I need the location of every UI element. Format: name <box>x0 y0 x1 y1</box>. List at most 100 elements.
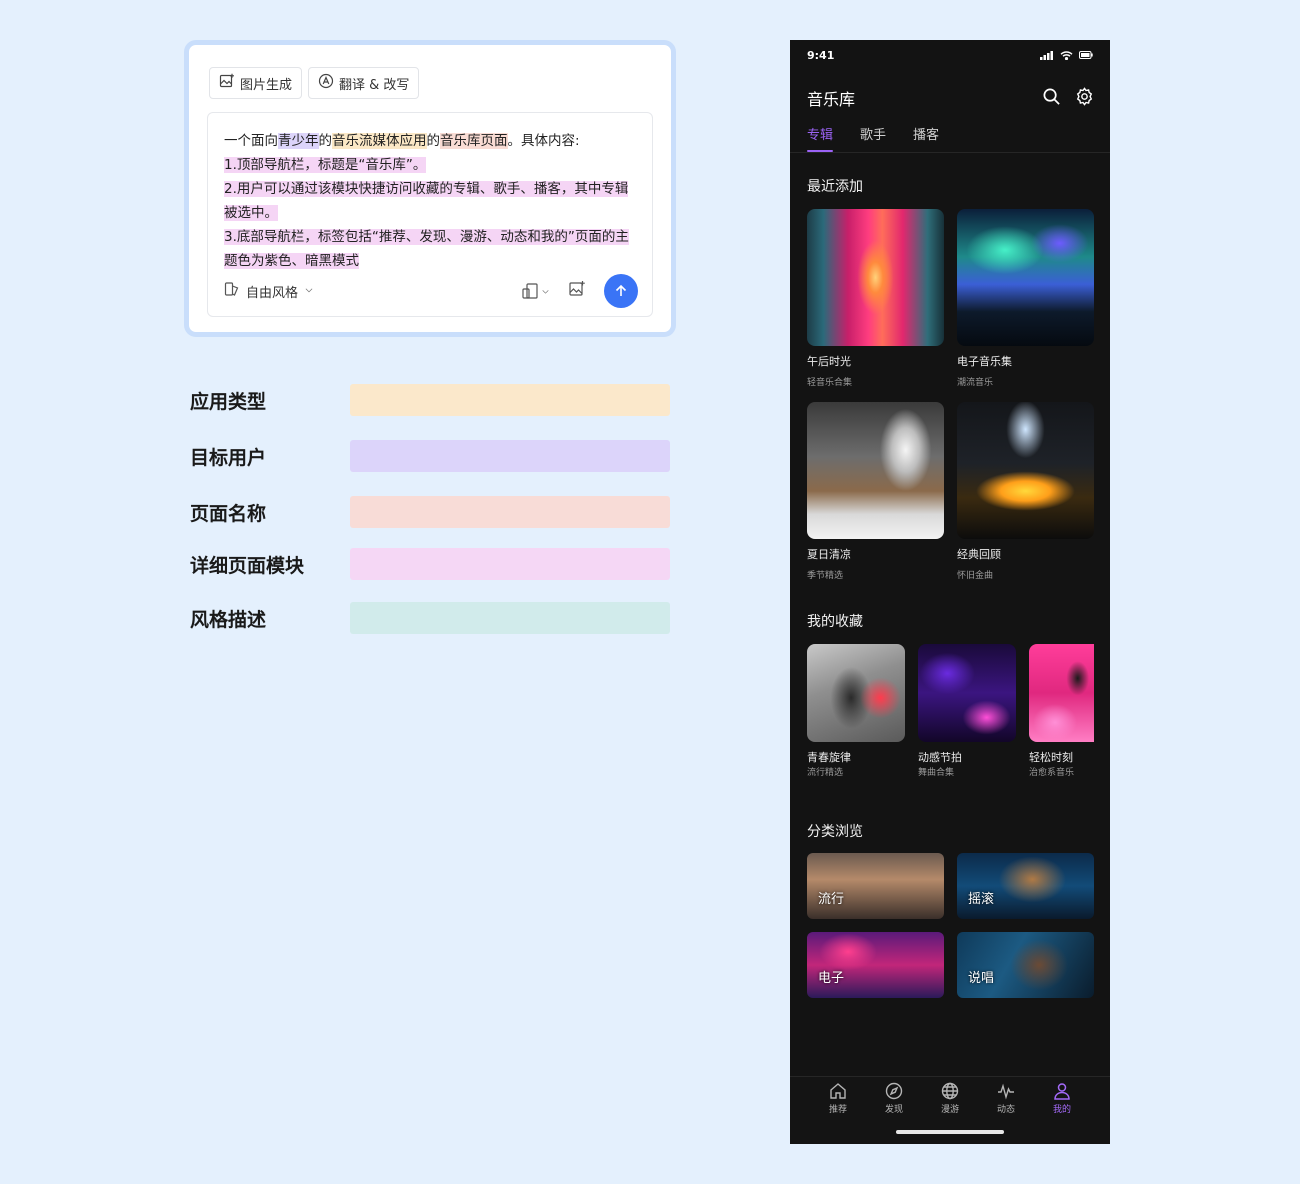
prompt-highlight-module: 1.顶部导航栏，标题是“音乐库”。 <box>224 157 427 173</box>
user-icon <box>1054 1083 1070 1100</box>
nav-item-discover[interactable]: 发现 <box>874 1081 914 1144</box>
prompt-card: 图片生成 翻译 & 改写 一个面向青少年的音乐流媒体应用的音乐库页面。具体内容:… <box>184 40 676 337</box>
style-select-label: 自由风格 <box>246 285 299 301</box>
section-title-favorites: 我的收藏 <box>807 614 863 630</box>
album-cover[interactable] <box>807 402 944 539</box>
legend-row-target-user: 目标用户 <box>190 440 670 472</box>
section-title-recent: 最近添加 <box>807 179 863 195</box>
category-label: 电子 <box>818 971 845 986</box>
tab-albums[interactable]: 专辑 <box>807 124 834 152</box>
globe-icon <box>941 1082 959 1100</box>
style-icon <box>224 281 240 301</box>
favorite-subtitle: 舞曲合集 <box>918 768 955 778</box>
album-cover[interactable] <box>957 402 1094 539</box>
legend-swatch <box>350 602 670 634</box>
category-label: 摇滚 <box>968 892 995 907</box>
album-title[interactable]: 午后时光 <box>807 353 851 369</box>
library-tabs: 专辑 歌手 播客 <box>807 124 939 152</box>
nav-label: 漫游 <box>940 1105 959 1115</box>
style-select[interactable]: 自由风格 <box>224 281 314 301</box>
album-title[interactable]: 夏日清凉 <box>807 546 851 562</box>
prompt-actions: 自由风格 <box>224 274 638 308</box>
home-indicator <box>896 1130 1004 1134</box>
prompt-toolbar: 图片生成 翻译 & 改写 <box>209 67 420 99</box>
category-tile-rap[interactable]: 说唱 <box>957 932 1094 998</box>
category-tile-pop[interactable]: 流行 <box>807 853 944 919</box>
battery-icon <box>1079 51 1093 59</box>
nav-item-recommend[interactable]: 推荐 <box>818 1081 858 1144</box>
category-tile-electronic[interactable]: 电子 <box>807 932 944 998</box>
nav-label: 动态 <box>996 1105 1015 1115</box>
album-subtitle: 潮流音乐 <box>957 378 994 388</box>
category-label: 说唱 <box>968 971 995 986</box>
prompt-text: 一个面向青少年的音乐流媒体应用的音乐库页面。具体内容: 1.顶部导航栏，标题是“… <box>224 129 636 273</box>
favorite-title[interactable]: 轻松时刻 <box>1029 749 1073 765</box>
nav-item-mine[interactable]: 我的 <box>1042 1081 1082 1144</box>
legend-swatch <box>350 384 670 416</box>
phone-screen: 9:41 音乐库 专辑 歌手 播客 最近添加 午后时光 轻音乐合集 电子音乐集 … <box>790 40 1110 1144</box>
album-cover[interactable] <box>807 209 944 346</box>
album-subtitle: 季节精选 <box>807 571 844 581</box>
wifi-icon <box>1060 50 1073 60</box>
favorite-title[interactable]: 青春旋律 <box>807 749 851 765</box>
album-subtitle: 轻音乐合集 <box>807 378 853 388</box>
device-icon <box>522 283 538 299</box>
album-title[interactable]: 电子音乐集 <box>957 353 1012 369</box>
favorite-title[interactable]: 动感节拍 <box>918 749 962 765</box>
search-icon <box>1043 88 1060 105</box>
pulse-icon <box>998 1083 1014 1100</box>
album-cover[interactable] <box>957 209 1094 346</box>
album-subtitle: 怀旧金曲 <box>957 571 994 581</box>
favorite-subtitle: 流行精选 <box>807 768 844 778</box>
legend-row-modules: 详细页面模块 <box>190 548 670 580</box>
legend-row-page-name: 页面名称 <box>190 496 670 528</box>
prompt-input[interactable]: 一个面向青少年的音乐流媒体应用的音乐库页面。具体内容: 1.顶部导航栏，标题是“… <box>207 112 653 317</box>
legend-swatch <box>350 496 670 528</box>
header-actions <box>1042 86 1094 110</box>
prompt-text-segment: 一个面向 <box>224 133 278 149</box>
legend-label: 页面名称 <box>190 502 267 525</box>
favorite-cover[interactable] <box>1029 644 1094 742</box>
image-upload-icon <box>569 281 585 296</box>
prompt-text-segment: 。具体内容: <box>507 133 580 149</box>
legend-label: 应用类型 <box>190 390 267 413</box>
legend-label: 详细页面模块 <box>190 554 305 577</box>
prompt-highlight-module: 2.用户可以通过该模块快捷访问收藏的专辑、歌手、播客，其中专辑被选中。 <box>224 181 629 221</box>
upload-image-button[interactable] <box>568 280 586 302</box>
search-button[interactable] <box>1042 87 1061 110</box>
home-icon <box>830 1083 846 1099</box>
tab-podcasts[interactable]: 播客 <box>913 124 939 152</box>
favorite-subtitle: 治愈系音乐 <box>1029 768 1075 778</box>
legend-swatch <box>350 440 670 472</box>
prompt-text-segment: 的 <box>318 133 333 149</box>
image-generate-button[interactable]: 图片生成 <box>209 67 303 99</box>
legend-label: 目标用户 <box>190 446 267 469</box>
status-icons <box>1040 50 1093 60</box>
tab-divider <box>790 152 1110 153</box>
translate-rewrite-label: 翻译 & 改写 <box>339 77 410 93</box>
status-bar: 9:41 <box>790 40 1110 70</box>
nav-label: 我的 <box>1052 1105 1071 1115</box>
album-title[interactable]: 经典回顾 <box>957 546 1001 562</box>
image-add-icon <box>219 73 235 93</box>
category-tile-rock[interactable]: 摇滚 <box>957 853 1094 919</box>
signal-icon <box>1040 50 1053 60</box>
arrow-up-icon <box>615 284 627 296</box>
tab-artists[interactable]: 歌手 <box>860 124 886 152</box>
section-title-categories: 分类浏览 <box>807 824 863 840</box>
image-generate-label: 图片生成 <box>240 77 293 93</box>
nav-item-roam[interactable]: 漫游 <box>930 1081 970 1144</box>
favorite-cover[interactable] <box>807 644 905 742</box>
translate-icon <box>318 73 334 93</box>
settings-button[interactable] <box>1075 86 1094 110</box>
nav-label: 推荐 <box>828 1105 847 1115</box>
nav-item-activity[interactable]: 动态 <box>986 1081 1026 1144</box>
app-header: 音乐库 <box>807 84 1094 112</box>
legend-swatch <box>350 548 670 580</box>
device-select-button[interactable] <box>521 282 550 300</box>
favorite-cover[interactable] <box>918 644 1016 742</box>
legend-row-style: 风格描述 <box>190 602 670 634</box>
chevron-down-icon <box>542 289 549 294</box>
translate-rewrite-button[interactable]: 翻译 & 改写 <box>308 67 420 99</box>
send-button[interactable] <box>604 274 638 308</box>
